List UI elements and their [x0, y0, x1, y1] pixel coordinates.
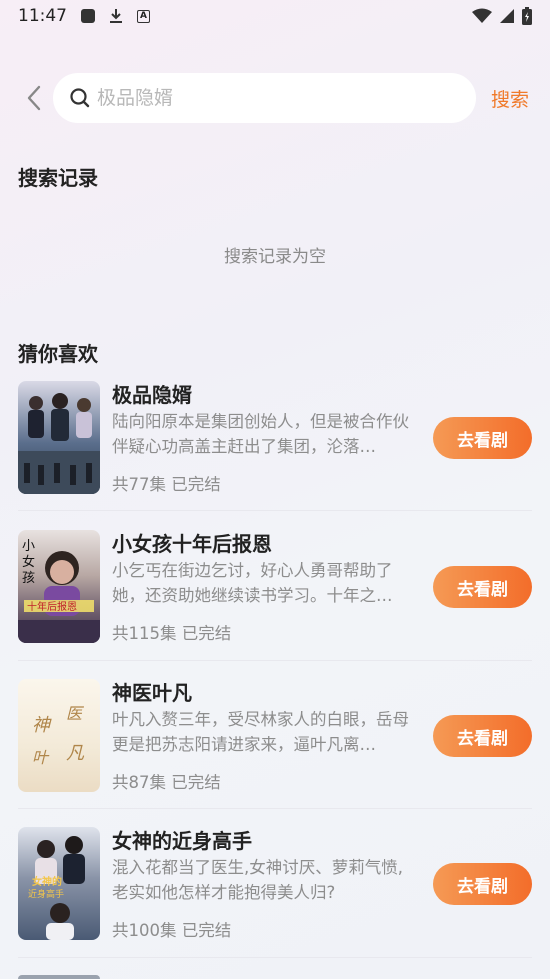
svg-text:近身高手: 近身高手 [28, 888, 64, 900]
drama-info: 极品隐婿 陆向阳原本是集团创始人，但是被合作伙伴疑心功高盖主赶出了集团，沦落… … [112, 381, 417, 497]
svg-text:凡: 凡 [66, 743, 85, 764]
wifi-icon [472, 8, 492, 23]
search-input[interactable] [97, 87, 437, 109]
svg-text:孩: 孩 [22, 571, 35, 586]
drama-cover[interactable]: 女神的 近身高手 [18, 827, 100, 940]
a-app-icon: A [137, 9, 150, 23]
drama-meta: 共115集 已完结 [112, 624, 232, 643]
drama-info: 女神的近身高手 混入花都当了医生,女神讨厌、萝莉气愤,老实如他怎样才能抱得美人归… [112, 827, 417, 943]
drama-desc: 叶凡入赘三年，受尽林家人的白眼，岳母更是把苏志阳请进家来，逼叶凡离… [112, 710, 409, 754]
drama-cover[interactable] [18, 381, 100, 494]
recommend-list: 极品隐婿 陆向阳原本是集团创始人，但是被合作伙伴疑心功高盖主赶出了集团，沦落… … [18, 381, 532, 530]
divider [18, 510, 532, 511]
svg-text:十年后报恩: 十年后报恩 [27, 600, 77, 613]
back-arrow-icon[interactable] [22, 84, 48, 112]
drama-title: 极品隐婿 [112, 383, 192, 407]
svg-text:叶: 叶 [32, 748, 50, 767]
drama-title: 神医叶凡 [112, 681, 192, 705]
drama-desc: 陆向阳原本是集团创始人，但是被合作伙伴疑心功高盖主赶出了集团，沦落… [112, 412, 409, 456]
drama-info: 小女孩十年后报恩 小乞丐在街边乞讨，好心人勇哥帮助了她，还资助她继续读书学习。十… [112, 530, 417, 646]
list-item[interactable]: 神 医 叶 凡 神医叶凡 叶凡入赘三年，受尽林家人的白眼，岳母更是把苏志阳请进家… [18, 679, 532, 792]
search-bar: 搜索 [0, 72, 550, 124]
watch-button[interactable]: 去看剧 [433, 715, 532, 757]
drama-title: 女神的近身高手 [112, 829, 252, 853]
search-button[interactable]: 搜索 [491, 85, 529, 112]
list-item[interactable]: 小 女 孩 十年后报恩 小女孩十年后报恩 小乞丐在街边乞讨，好心人勇哥帮助了她，… [18, 530, 532, 643]
svg-text:女: 女 [22, 554, 35, 570]
cover-figures-image [18, 393, 100, 494]
history-title: 搜索记录 [18, 166, 98, 190]
drama-info: 神医叶凡 叶凡入赘三年，受尽林家人的白眼，岳母更是把苏志阳请进家来，逼叶凡离… … [112, 679, 417, 795]
search-icon [70, 88, 90, 108]
history-empty-text: 搜索记录为空 [224, 247, 326, 267]
recommend-title: 猜你喜欢 [18, 342, 98, 366]
cover-girl-image: 小 女 孩 十年后报恩 [18, 539, 100, 643]
drama-meta: 共87集 已完结 [112, 773, 221, 792]
divider [18, 957, 532, 958]
watch-button[interactable]: 去看剧 [433, 566, 532, 608]
download-icon [110, 9, 122, 23]
list-item[interactable]: 女神的 近身高手 女神的近身高手 混入花都当了医生,女神讨厌、萝莉气愤,老实如他… [18, 827, 532, 940]
drama-meta: 共77集 已完结 [112, 475, 221, 494]
svg-text:医: 医 [66, 704, 85, 723]
status-bar: 11:47 A [0, 0, 550, 32]
svg-text:神: 神 [32, 715, 52, 736]
svg-text:小: 小 [22, 539, 35, 554]
list-item[interactable]: 极品隐婿 陆向阳原本是集团创始人，但是被合作伙伴疑心功高盖主赶出了集团，沦落… … [18, 381, 532, 530]
cover-couple-image: 女神的 近身高手 [28, 836, 85, 940]
drama-desc: 混入花都当了医生,女神讨厌、萝莉气愤,老实如他怎样才能抱得美人归? [112, 858, 403, 902]
drama-cover[interactable]: 小 女 孩 十年后报恩 [18, 530, 100, 643]
svg-text:女神的: 女神的 [32, 875, 62, 888]
drama-meta: 共100集 已完结 [112, 921, 232, 940]
status-time: 11:47 [18, 6, 67, 26]
drama-title: 小女孩十年后报恩 [112, 532, 272, 556]
watch-button[interactable]: 去看剧 [433, 417, 532, 459]
notification-icon [81, 9, 95, 23]
watch-button[interactable]: 去看剧 [433, 863, 532, 905]
drama-cover[interactable] [18, 975, 100, 979]
divider [18, 660, 532, 661]
cover-calligraphy-image: 神 医 叶 凡 [32, 704, 85, 767]
drama-cover[interactable]: 神 医 叶 凡 [18, 679, 100, 792]
battery-icon [522, 7, 532, 25]
drama-desc: 小乞丐在街边乞讨，好心人勇哥帮助了她，还资助她继续读书学习。十年之… [112, 561, 393, 605]
signal-icon [500, 9, 514, 23]
divider [18, 808, 532, 809]
search-box[interactable] [53, 73, 476, 123]
